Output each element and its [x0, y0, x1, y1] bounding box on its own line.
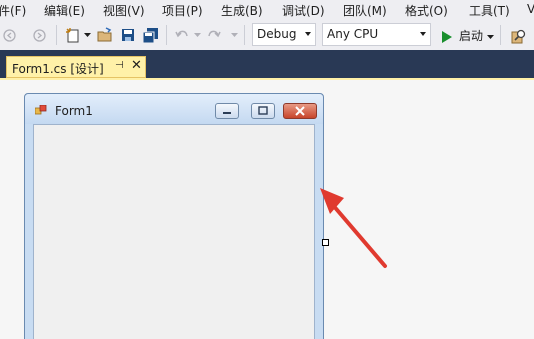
- close-icon: [295, 106, 305, 116]
- menu-team[interactable]: 团队(M): [343, 2, 387, 19]
- save-all-icon[interactable]: [142, 26, 160, 44]
- maximize-button[interactable]: [251, 103, 275, 119]
- start-button-label[interactable]: 启动: [459, 27, 483, 44]
- configuration-value: Debug: [257, 27, 297, 41]
- undo-dropdown-icon[interactable]: [193, 26, 201, 44]
- menu-edit[interactable]: 编辑(E): [44, 2, 85, 19]
- menu-format[interactable]: 格式(O): [405, 2, 448, 19]
- form-client-area[interactable]: [33, 124, 315, 339]
- toolbar-separator: [56, 25, 57, 45]
- tab-label: Form1.cs [设计]: [12, 62, 104, 76]
- menu-project[interactable]: 项目(P): [162, 2, 203, 19]
- redo-dropdown-icon[interactable]: [230, 26, 238, 44]
- start-dropdown-icon[interactable]: [486, 28, 495, 46]
- form1-window[interactable]: Form1: [24, 93, 324, 339]
- form-title: Form1: [55, 104, 93, 118]
- toolbar-separator: [500, 25, 501, 45]
- menu-overflow[interactable]: V: [527, 2, 534, 16]
- tab-form1-designer[interactable]: Form1.cs [设计] ⊣ ✕: [6, 56, 146, 78]
- undo-icon[interactable]: [174, 26, 190, 44]
- minimize-icon: [223, 112, 231, 114]
- toolbar-separator: [166, 25, 167, 45]
- pin-icon[interactable]: ⊣: [115, 60, 124, 71]
- find-in-files-icon[interactable]: [510, 27, 528, 45]
- menu-debug[interactable]: 调试(D): [282, 2, 325, 19]
- menu-tools[interactable]: 工具(T): [469, 2, 510, 19]
- close-tab-icon[interactable]: ✕: [131, 58, 142, 73]
- menu-file[interactable]: 件(F): [0, 2, 26, 19]
- save-icon[interactable]: [120, 26, 136, 44]
- close-button[interactable]: [283, 103, 317, 119]
- chevron-down-icon: [420, 32, 426, 36]
- menu-build[interactable]: 生成(B): [221, 2, 263, 19]
- solution-platform-select[interactable]: Any CPU: [322, 23, 431, 46]
- redo-icon[interactable]: [206, 26, 222, 44]
- new-project-dropdown-icon[interactable]: [83, 26, 91, 44]
- maximize-icon: [258, 106, 268, 115]
- form-app-icon: [35, 105, 47, 115]
- annotation-arrow-icon: [320, 188, 387, 268]
- form-titlebar[interactable]: Form1: [25, 94, 323, 124]
- open-file-icon[interactable]: [96, 26, 114, 44]
- navigate-back-icon[interactable]: [2, 26, 16, 44]
- menu-bar: 件(F) 编辑(E) 视图(V) 项目(P) 生成(B) 调试(D) 团队(M)…: [0, 0, 534, 20]
- new-project-icon[interactable]: [64, 26, 82, 44]
- solution-configuration-select[interactable]: Debug: [252, 23, 316, 46]
- start-play-icon[interactable]: [441, 28, 453, 46]
- navigate-forward-icon[interactable]: [32, 26, 46, 44]
- minimize-button[interactable]: [215, 103, 239, 119]
- platform-value: Any CPU: [327, 27, 379, 41]
- toolbar-separator: [244, 25, 245, 45]
- menu-view[interactable]: 视图(V): [103, 2, 145, 19]
- chevron-down-icon: [305, 32, 311, 36]
